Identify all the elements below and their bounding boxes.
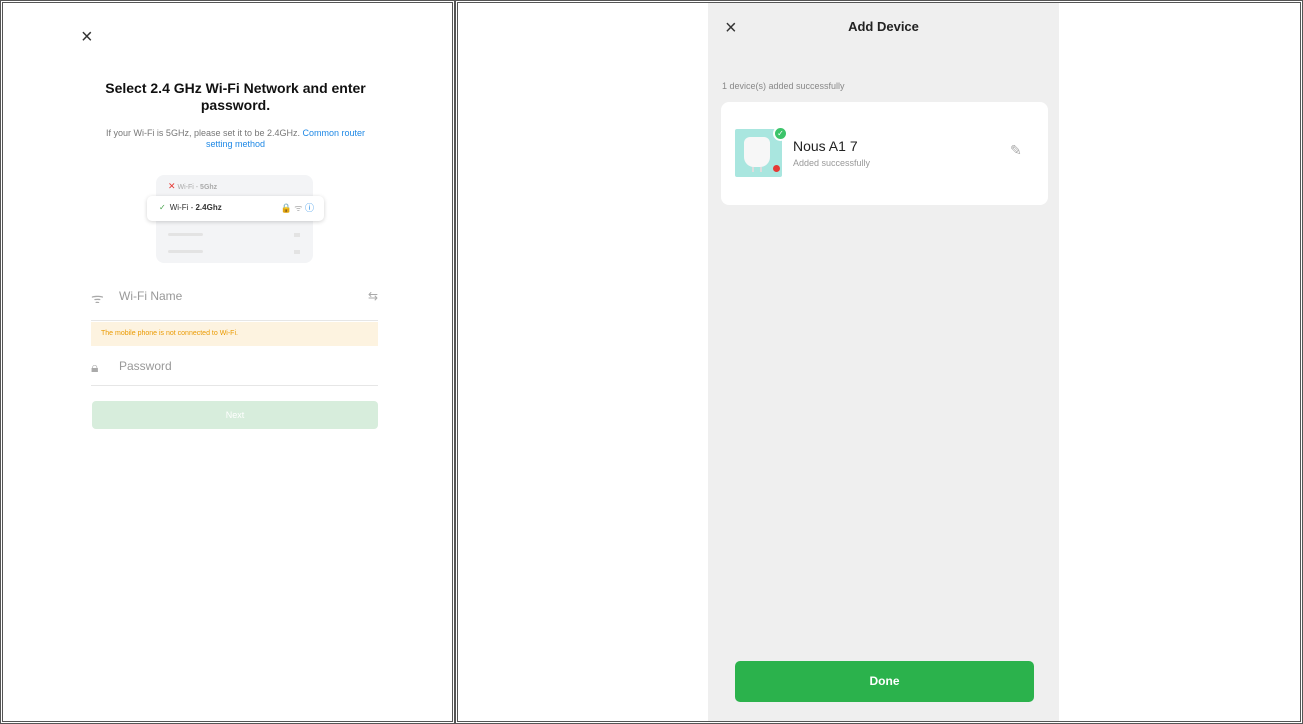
network-2-4ghz-prefix: Wi-Fi - — [169, 203, 196, 212]
edit-pencil-icon[interactable]: ✎ — [1010, 142, 1022, 159]
network-status-icons: 🔒 ᯤ ⓘ — [280, 203, 314, 213]
wifi-icon: ᯤ — [91, 290, 104, 306]
device-card[interactable]: ✓ Nous A1 7 Added successfully ✎ — [721, 102, 1048, 205]
network-5ghz-band: 5Ghz — [200, 184, 218, 191]
added-count-text: 1 device(s) added successfully — [722, 81, 845, 91]
plug-pin — [760, 167, 762, 172]
not-connected-warning: The mobile phone is not connected to Wi-… — [91, 322, 378, 346]
screenshot-frame: × Select 2.4 GHz Wi-Fi Network and enter… — [0, 0, 1303, 724]
check-badge-icon: ✓ — [773, 126, 788, 141]
smart-plug-icon — [744, 137, 770, 172]
password-field[interactable]: 🔒︎ Password — [91, 354, 378, 386]
device-name: Nous A1 7 — [793, 138, 858, 154]
lock-icon: 🔒︎ — [91, 359, 99, 375]
wifi-name-placeholder: Wi-Fi Name — [119, 289, 183, 303]
network-5ghz-prefix: Wi-Fi - — [177, 184, 201, 191]
next-button[interactable]: Next — [92, 401, 378, 429]
red-dot-icon — [773, 165, 780, 172]
wifi-name-field[interactable]: ᯤ Wi-Fi Name ⇆ — [91, 285, 378, 321]
plug-pin — [752, 167, 754, 172]
placeholder-bar — [168, 250, 203, 253]
device-image: ✓ — [735, 126, 788, 177]
subtitle-text: If your Wi-Fi is 5GHz, please set it to … — [105, 128, 300, 138]
wifi-band-illustration: ✕ Wi-Fi - 5Ghz ✓ Wi-Fi - 2.4Ghz 🔒 ᯤ ⓘ — [140, 175, 330, 267]
info-icon: ⓘ — [304, 203, 314, 213]
password-placeholder: Password — [119, 359, 172, 373]
switch-network-icon[interactable]: ⇆ — [368, 289, 378, 303]
device-status: Added successfully — [793, 158, 871, 168]
network-row-5ghz: ✕ Wi-Fi - 5Ghz — [168, 181, 217, 192]
network-row-2-4ghz: ✓ Wi-Fi - 2.4Ghz 🔒 ᯤ ⓘ — [147, 196, 324, 221]
placeholder-dot — [294, 233, 300, 237]
cross-icon: ✕ — [168, 181, 176, 191]
network-2-4ghz-band: 2.4Ghz — [195, 203, 222, 212]
close-icon[interactable]: × — [81, 27, 93, 47]
done-button[interactable]: Done — [735, 661, 1034, 702]
placeholder-bar — [168, 233, 203, 236]
phone-screen: × Add Device 1 device(s) added successfu… — [708, 3, 1059, 721]
placeholder-dot — [294, 250, 300, 254]
subtitle: If your Wi-Fi is 5GHz, please set it to … — [98, 128, 373, 150]
page-title: Select 2.4 GHz Wi-Fi Network and enter p… — [105, 80, 366, 113]
page-title: Add Device — [848, 19, 919, 34]
check-icon: ✓ — [159, 203, 166, 212]
wifi-setup-panel: × Select 2.4 GHz Wi-Fi Network and enter… — [0, 0, 455, 724]
add-device-panel: × Add Device 1 device(s) added successfu… — [455, 0, 1303, 724]
